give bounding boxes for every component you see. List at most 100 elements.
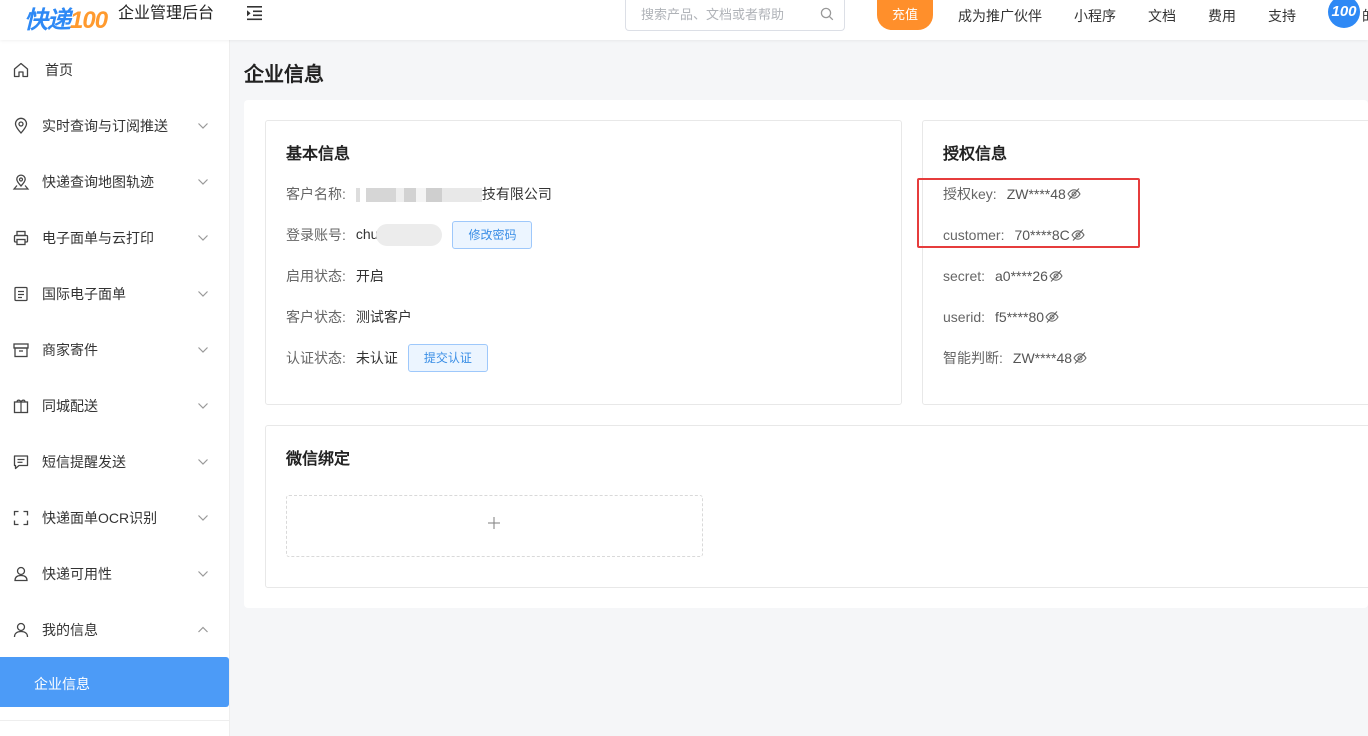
userid-row: userid: f5****80 <box>943 307 1059 327</box>
auth-info-card: 授权信息 授权key: ZW****48 customer: 70****8C … <box>922 120 1368 405</box>
sidebar-item-availability[interactable]: 快递可用性 <box>0 546 230 602</box>
userid-value: f5****80 <box>995 309 1045 325</box>
chevron-down-icon <box>198 123 208 129</box>
cert-status-value: 未认证 <box>355 350 398 366</box>
app-title: 企业管理后台 <box>118 5 215 22</box>
login-account-row: 登录账号: chu 修改密码 <box>286 221 533 249</box>
location-pin-icon <box>14 117 28 134</box>
recharge-button[interactable]: 充值 <box>877 0 933 30</box>
secret-value: a0****26 <box>995 268 1048 284</box>
chevron-down-icon <box>198 235 208 241</box>
scan-icon <box>13 510 29 526</box>
smart-judge-value: ZW****48 <box>1012 350 1073 366</box>
nav-pricing[interactable]: 费用 <box>1208 6 1236 26</box>
secret-row: secret: a0****26 <box>943 266 1063 286</box>
sidebar-item-realtime-query[interactable]: 实时查询与订阅推送 <box>0 98 230 154</box>
sidebar-item-label: 快递查询地图轨迹 <box>42 174 154 190</box>
nav-docs[interactable]: 文档 <box>1148 6 1176 26</box>
box-icon <box>13 343 29 358</box>
nav-support[interactable]: 支持 <box>1268 6 1296 26</box>
sidebar-item-label: 快递可用性 <box>42 566 112 582</box>
chevron-down-icon <box>198 571 208 577</box>
sidebar-subitem-company-info[interactable]: 企业信息 <box>0 657 229 707</box>
account-name[interactable]: 的 <box>1362 6 1368 26</box>
sidebar-item-home[interactable]: 首页 <box>0 42 230 98</box>
map-pin-icon <box>12 174 30 190</box>
person-pin-icon <box>14 566 28 582</box>
sidebar-item-map-track[interactable]: 快递查询地图轨迹 <box>0 154 230 210</box>
customer-status-row: 客户状态: 测试客户 <box>286 307 412 327</box>
logo-text: 快递 <box>24 6 71 34</box>
logo-number: 100 <box>70 6 108 34</box>
sidebar-item-label: 同城配送 <box>42 398 98 414</box>
sidebar-item-ocr[interactable]: 快递面单OCR识别 <box>0 490 230 546</box>
sidebar-item-merchant-ship[interactable]: 商家寄件 <box>0 322 230 378</box>
auth-info-title: 授权信息 <box>943 146 1008 163</box>
chevron-down-icon <box>198 459 208 465</box>
sidebar-item-label: 商家寄件 <box>42 342 98 358</box>
smart-judge-label: 智能判断: <box>943 350 1003 366</box>
sidebar-item-label: 我的信息 <box>42 622 98 638</box>
wechat-binding-card: 微信绑定 <box>265 425 1368 588</box>
change-password-button[interactable]: 修改密码 <box>452 221 533 249</box>
plus-icon <box>488 517 500 529</box>
enable-status-row: 启用状态: 开启 <box>286 266 384 286</box>
sidebar-item-intl-waybill[interactable]: 国际电子面单 <box>0 266 230 322</box>
search-input[interactable] <box>626 0 816 29</box>
printer-icon <box>13 230 29 246</box>
basic-info-title: 基本信息 <box>286 146 351 163</box>
login-account-label: 登录账号: <box>286 227 346 243</box>
sidebar-item-label: 首页 <box>45 62 73 78</box>
chevron-down-icon <box>198 515 208 521</box>
redacted-block <box>376 224 443 247</box>
login-account-value: chu <box>355 225 379 242</box>
eye-hidden-icon[interactable] <box>1073 351 1087 365</box>
sidebar: 首页 实时查询与订阅推送 快递查询地图轨迹 电子面单与云打印 国际电子面单 商家… <box>0 40 230 736</box>
sidebar-item-my-info[interactable]: 我的信息 <box>0 602 230 658</box>
eye-hidden-icon[interactable] <box>1049 269 1063 283</box>
chevron-down-icon <box>198 291 208 297</box>
sidebar-item-label: 实时查询与订阅推送 <box>42 118 168 134</box>
submit-cert-button[interactable]: 提交认证 <box>407 344 488 372</box>
nav-partner[interactable]: 成为推广伙伴 <box>958 6 1042 26</box>
sidebar-item-label: 国际电子面单 <box>42 286 126 302</box>
cert-status-label: 认证状态: <box>286 350 346 366</box>
customer-name-row: 客户名称: 技有限公司 <box>286 184 552 204</box>
redacted-block <box>355 188 482 203</box>
enable-status-value: 开启 <box>355 268 384 284</box>
document-icon <box>14 286 28 302</box>
customer-status-label: 客户状态: <box>286 309 346 325</box>
sidebar-item-label: 电子面单与云打印 <box>42 230 154 246</box>
customer-status-value: 测试客户 <box>355 309 412 325</box>
chevron-down-icon <box>198 347 208 353</box>
sidebar-item-label: 短信提醒发送 <box>42 454 126 470</box>
avatar[interactable]: 100 <box>1328 0 1360 28</box>
menu-fold-icon[interactable] <box>246 5 264 21</box>
search-icon[interactable] <box>820 7 834 21</box>
main-panel: 基本信息 客户名称: 技有限公司 登录账号: chu 修改密码 启用状态: 开启… <box>244 100 1368 608</box>
message-icon <box>13 455 29 470</box>
sidebar-item-same-city[interactable]: 同城配送 <box>0 378 230 434</box>
search-box[interactable] <box>625 0 845 31</box>
eye-hidden-icon[interactable] <box>1045 310 1059 324</box>
sidebar-item-e-waybill[interactable]: 电子面单与云打印 <box>0 210 230 266</box>
nav-miniprogram[interactable]: 小程序 <box>1074 6 1116 26</box>
wechat-binding-title: 微信绑定 <box>286 451 351 468</box>
wechat-bind-add-area[interactable] <box>286 495 703 557</box>
sidebar-item-sms[interactable]: 短信提醒发送 <box>0 434 230 490</box>
smart-judge-row: 智能判断: ZW****48 <box>943 348 1087 368</box>
top-header: 快递100 企业管理后台 充值 成为推广伙伴 小程序 文档 费用 支持 100 … <box>0 0 1368 40</box>
sidebar-subitem-label: 企业信息 <box>34 676 90 692</box>
highlight-box <box>917 178 1140 248</box>
customer-name-value: 技有限公司 <box>481 186 552 202</box>
chevron-down-icon <box>198 179 208 185</box>
chevron-up-icon <box>198 626 208 633</box>
kuaidi100-logo[interactable]: 快递100 <box>24 2 108 34</box>
enable-status-label: 启用状态: <box>286 268 346 284</box>
sidebar-divider <box>0 720 230 721</box>
home-icon <box>13 62 29 78</box>
cert-status-row: 认证状态: 未认证 提交认证 <box>286 344 488 372</box>
chevron-down-icon <box>198 403 208 409</box>
sidebar-item-label: 快递面单OCR识别 <box>42 510 158 526</box>
userid-label: userid: <box>943 309 986 325</box>
